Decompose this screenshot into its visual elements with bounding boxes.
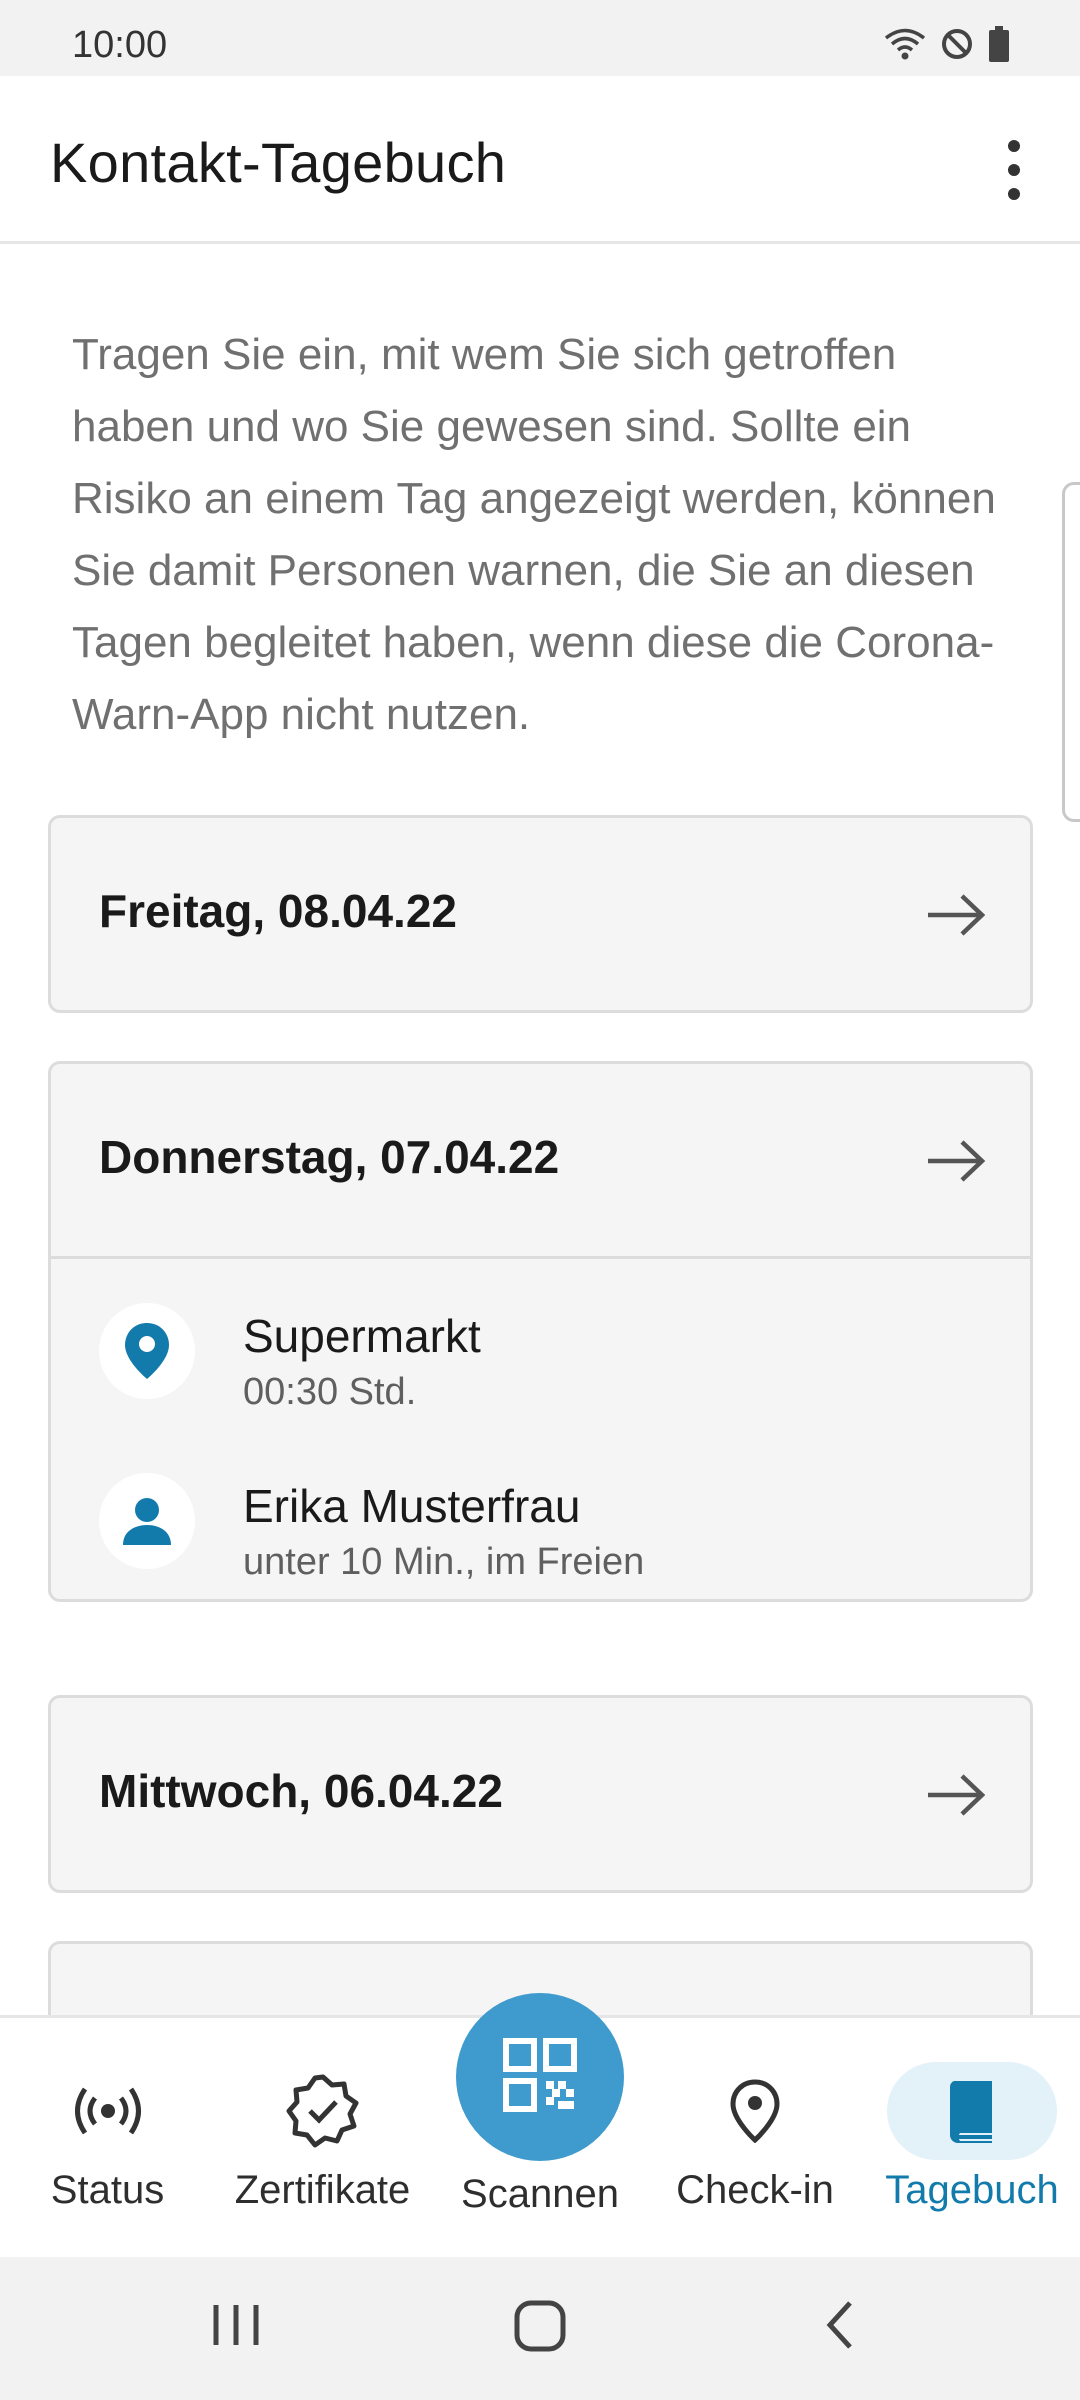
status-bar: 10:00 — [0, 0, 1080, 76]
entry-detail: 00:30 Std. — [243, 1371, 417, 1413]
entry-name: Supermarkt — [243, 1310, 481, 1362]
arrow-right-icon[interactable] — [926, 892, 986, 943]
more-vert-icon[interactable] — [988, 124, 1040, 216]
home-icon[interactable] — [510, 2297, 570, 2358]
day-card-header[interactable]: Freitag, 08.04.22 — [51, 818, 1030, 1010]
book-icon — [887, 2062, 1057, 2160]
battery-icon — [988, 26, 1010, 62]
back-icon[interactable] — [820, 2297, 860, 2358]
arrow-right-icon[interactable] — [926, 1138, 986, 1189]
diary-entry-location[interactable]: Supermarkt 00:30 Std. — [51, 1259, 1030, 1429]
status-icons — [884, 26, 1010, 62]
day-label: Freitag, 08.04.22 — [99, 885, 457, 937]
nav-label: Check-in — [676, 2168, 834, 2212]
day-card-header[interactable]: Mittwoch, 06.04.22 — [51, 1698, 1030, 1890]
app-bar: Kontakt-Tagebuch — [0, 76, 1080, 244]
entry-name: Erika Musterfrau — [243, 1480, 581, 1532]
person-icon — [99, 1473, 195, 1569]
intro-text: Tragen Sie ein, mit wem Sie sich getroff… — [72, 330, 996, 739]
nav-label: Tagebuch — [885, 2168, 1059, 2212]
do-not-disturb-icon — [940, 27, 974, 61]
day-card-freitag[interactable]: Freitag, 08.04.22 — [48, 815, 1033, 1013]
day-card-donnerstag[interactable]: Donnerstag, 07.04.22 Supermarkt 00:30 St… — [48, 1061, 1033, 1602]
location-pin-icon — [99, 1303, 195, 1399]
wifi-icon — [884, 27, 926, 61]
verified-badge-icon — [285, 2062, 361, 2160]
scroll-indicator[interactable] — [1062, 482, 1080, 822]
arrow-right-icon[interactable] — [926, 1772, 986, 1823]
nav-check-in[interactable]: Check-in — [660, 2018, 850, 2260]
qr-code-icon — [503, 2037, 577, 2117]
day-card-mittwoch[interactable]: Mittwoch, 06.04.22 — [48, 1695, 1033, 1893]
day-label: Donnerstag, 07.04.22 — [99, 1131, 560, 1183]
day-card-header[interactable]: Donnerstag, 07.04.22 — [51, 1064, 1030, 1256]
day-label: Mittwoch, 06.04.22 — [99, 1765, 503, 1817]
recent-apps-icon[interactable] — [210, 2297, 262, 2358]
status-time: 10:00 — [72, 24, 168, 66]
nav-label: Status — [50, 2168, 165, 2212]
location-pin-icon — [730, 2062, 780, 2160]
nav-tagebuch[interactable]: Tagebuch — [872, 2018, 1072, 2260]
nav-status[interactable]: Status — [20, 2018, 195, 2260]
page-title: Kontakt-Tagebuch — [50, 131, 507, 194]
nav-zertifikate[interactable]: Zertifikate — [220, 2018, 425, 2260]
broadcast-icon — [68, 2062, 148, 2160]
diary-content[interactable]: Tragen Sie ein, mit wem Sie sich getroff… — [0, 247, 1080, 2015]
system-navigation-bar — [0, 2257, 1080, 2400]
entry-detail: unter 10 Min., im Freien — [243, 1541, 645, 1583]
scan-button[interactable] — [456, 1993, 624, 2161]
diary-entry-person[interactable]: Erika Musterfrau unter 10 Min., im Freie… — [51, 1429, 1030, 1599]
nav-label-scannen[interactable]: Scannen — [440, 2172, 640, 2217]
bottom-navigation: Status Zertifikate Scannen Check-in Tage… — [0, 1993, 1080, 2260]
nav-label: Zertifikate — [234, 2168, 411, 2212]
